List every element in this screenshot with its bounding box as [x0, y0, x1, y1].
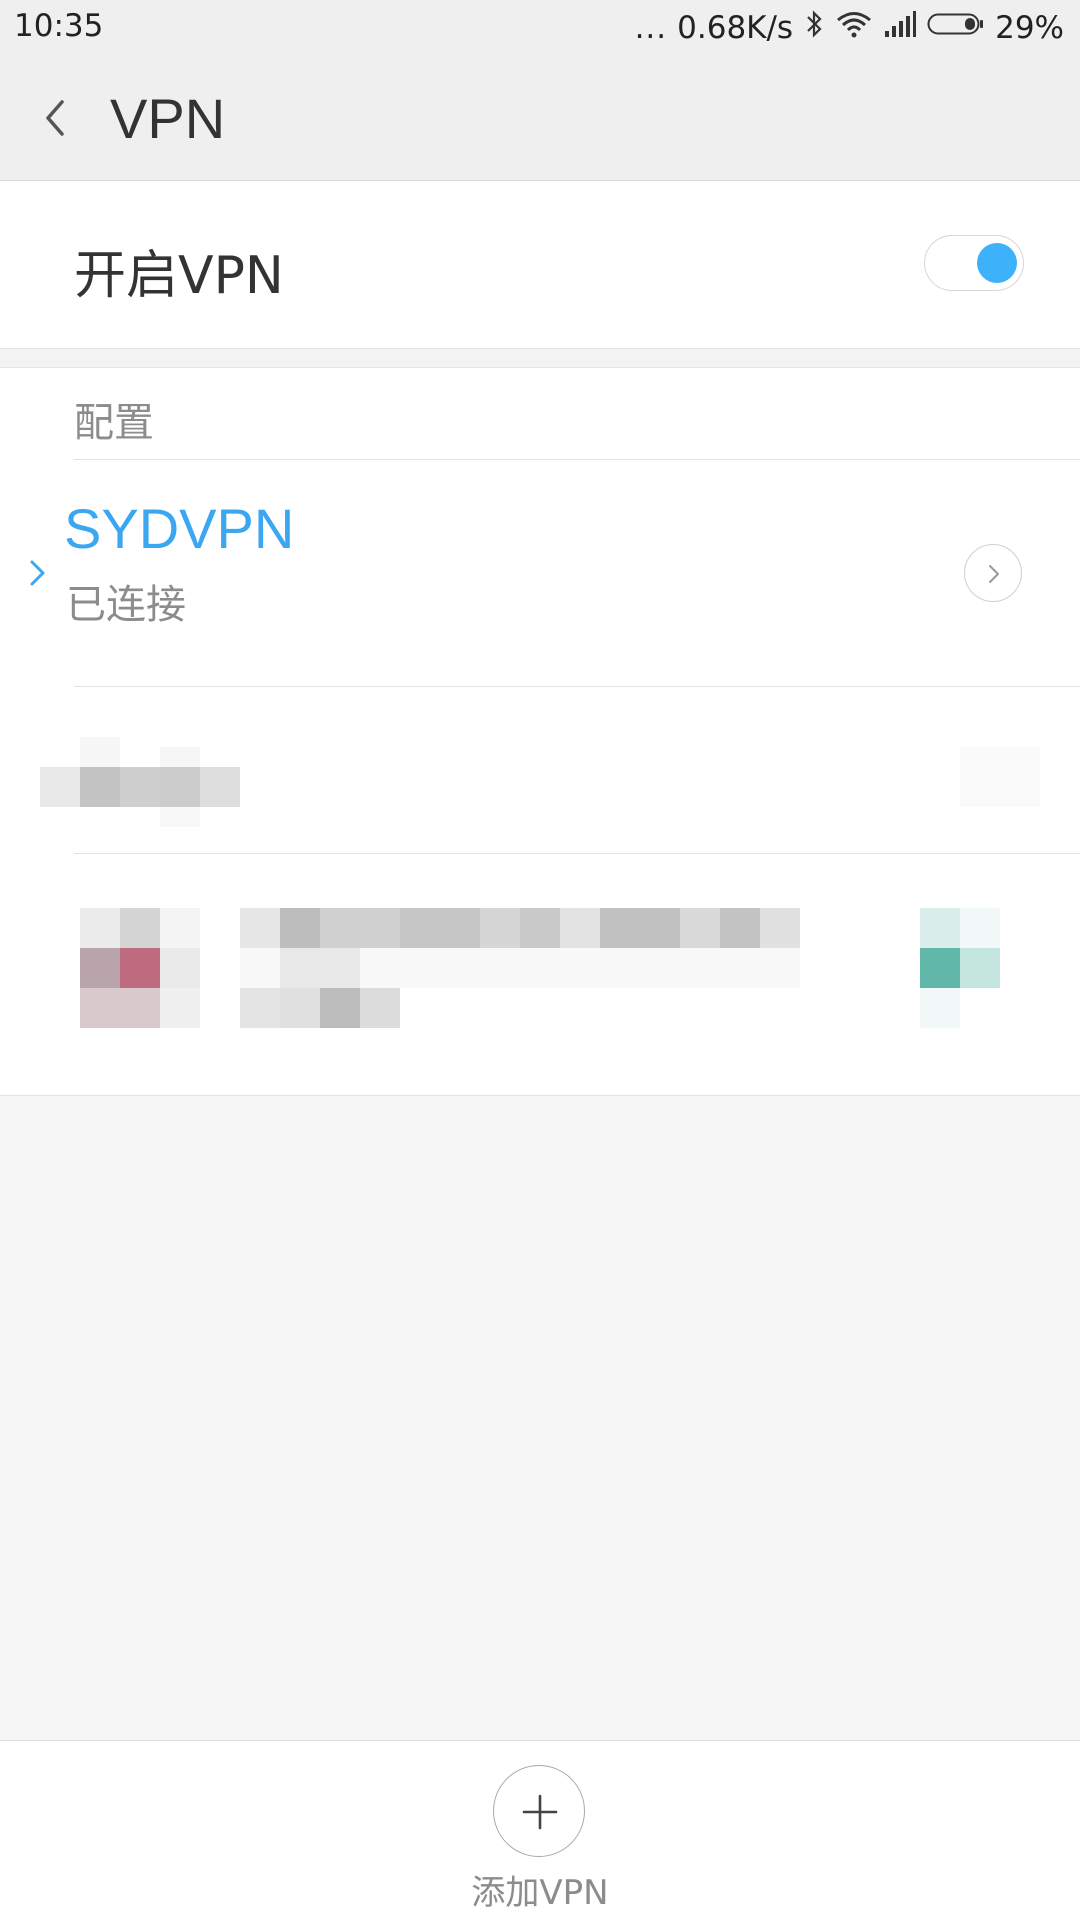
redacted-pixel-block [160, 988, 200, 1028]
redacted-pixel-block [920, 908, 960, 948]
redacted-pixel-block [920, 988, 960, 1028]
redacted-pixel-block [40, 767, 80, 807]
status-icons: ... 0.68K/s 29% [625, 8, 1064, 48]
redacted-pixel-block [80, 737, 120, 767]
redacted-pixel-block [80, 988, 160, 1028]
switch-knob [977, 243, 1017, 283]
redacted-pixel-block [560, 908, 600, 948]
redacted-pixel-block [160, 747, 200, 767]
status-time: 10:35 [14, 8, 104, 44]
redacted-pixel-block [360, 988, 400, 1028]
vpn-config-list: 配置 SYDVPN 已连接 [0, 368, 1080, 1096]
redacted-pixel-block [240, 988, 280, 1028]
redacted-pixel-block [600, 908, 680, 948]
redacted-pixel-block [280, 948, 360, 988]
vpn-toggle-label: 开启VPN [74, 246, 284, 306]
redacted-pixel-block [80, 948, 120, 988]
signal-icon [883, 9, 917, 47]
add-vpn-label[interactable]: 添加VPN [0, 1865, 1080, 1914]
back-chevron-icon [46, 100, 64, 136]
vpn-item-status: 已连接 [66, 582, 186, 628]
section-label-config: 配置 [74, 400, 154, 446]
wifi-icon [835, 9, 873, 47]
net-speed: 0.68K/s [677, 10, 794, 46]
vpn-toggle-row[interactable]: 开启VPN [0, 181, 1080, 349]
active-indicator-icon [30, 560, 45, 586]
redacted-pixel-block [720, 908, 760, 948]
back-button[interactable] [30, 90, 86, 146]
redacted-pixel-block [240, 908, 280, 948]
redacted-pixel-block [280, 988, 320, 1028]
status-bar: 10:35 ... 0.68K/s 29% [0, 0, 1080, 56]
vpn-item-name: SYDVPN [64, 497, 295, 560]
redacted-pixel-block [960, 908, 1000, 948]
redacted-pixel-block [480, 908, 520, 948]
redacted-pixel-block [80, 908, 120, 948]
redacted-pixel-block [160, 948, 200, 988]
redacted-pixel-block [120, 948, 160, 988]
redacted-pixel-block [320, 908, 400, 948]
redacted-vpn-item[interactable] [0, 854, 1080, 1094]
redacted-pixel-block [680, 908, 720, 948]
redacted-pixel-block [400, 908, 480, 948]
redacted-vpn-item[interactable] [0, 687, 1080, 853]
redacted-pixel-block [760, 908, 800, 948]
bluetooth-icon [803, 9, 825, 47]
section-gap [0, 349, 1080, 368]
chevron-right-icon [989, 565, 999, 583]
redacted-pixel-block [960, 747, 1040, 807]
page-title: VPN [110, 87, 226, 150]
more-dots-icon: ... [634, 10, 668, 46]
vpn-detail-button[interactable] [964, 544, 1022, 602]
add-vpn-button[interactable] [493, 1765, 585, 1857]
redacted-pixel-block [520, 908, 560, 948]
redacted-pixel-block [280, 908, 320, 948]
redacted-pixel-block [320, 988, 360, 1028]
redacted-pixel-block [200, 767, 240, 807]
redacted-pixel-block [920, 948, 960, 988]
redacted-pixel-block [120, 767, 160, 807]
redacted-pixel-block [160, 807, 200, 827]
bottom-bar: 添加VPN [0, 1740, 1080, 1920]
header: VPN [0, 56, 1080, 181]
vpn-item-sydvpn[interactable]: SYDVPN 已连接 [0, 460, 1080, 686]
redacted-pixel-block [160, 767, 200, 807]
redacted-pixel-block [960, 948, 1000, 988]
screen: 10:35 ... 0.68K/s 29% VPN 开启VPN 配置 SYDVP… [0, 0, 1080, 1920]
redacted-pixel-block [160, 908, 200, 948]
plus-icon [522, 1794, 558, 1830]
redacted-pixel-block [80, 767, 120, 807]
battery-icon [927, 9, 985, 47]
redacted-pixel-block [120, 908, 160, 948]
vpn-toggle-switch[interactable] [924, 235, 1024, 291]
battery-percent: 29% [995, 10, 1064, 46]
